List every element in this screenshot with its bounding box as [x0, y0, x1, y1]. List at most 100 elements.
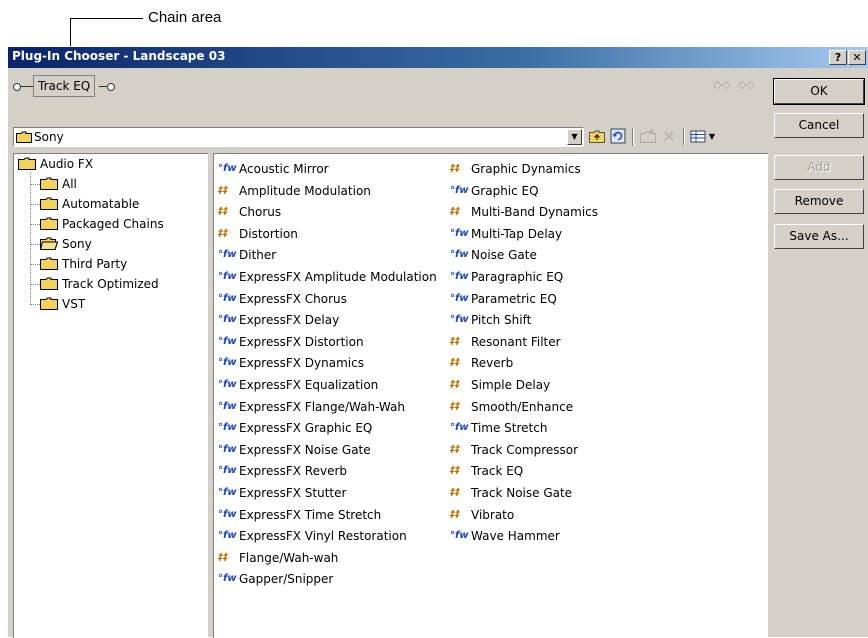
save-as-button[interactable]: Save As...: [774, 224, 864, 249]
folder-path-combo[interactable]: Sony ▼: [13, 127, 584, 147]
fx-plugin-icon: ‡‡: [450, 335, 460, 347]
plugin-label: Multi-Band Dynamics: [471, 205, 599, 220]
plugin-label: ExpressFX Distortion: [239, 334, 364, 349]
folder-icon: [18, 157, 36, 170]
folder-icon: [40, 277, 58, 290]
cancel-button[interactable]: Cancel: [774, 113, 864, 138]
folder-path-value: Sony: [34, 130, 64, 144]
chain-plugin-track-eq[interactable]: Track EQ: [33, 75, 96, 97]
plugin-label: ExpressFX Reverb: [239, 464, 348, 479]
plugin-label: Vibrato: [471, 507, 515, 522]
plugin-chooser-dialog: Plug-In Chooser - Landscape 03 ? ✕ Track…: [7, 46, 868, 638]
fx-plugin-icon: ‡‡: [450, 443, 460, 455]
refresh-icon[interactable]: [609, 128, 627, 146]
callout-line-horizontal: [70, 18, 143, 19]
plugin-label: Resonant Filter: [471, 334, 561, 349]
ok-button[interactable]: OK: [773, 78, 865, 105]
remove-button[interactable]: Remove: [774, 189, 864, 214]
dx-plugin-icon: °fw: [450, 530, 469, 542]
folder-tree[interactable]: Audio FX All Automatable Packaged Chains…: [13, 153, 208, 638]
plugin-label: Reverb: [471, 356, 514, 371]
fx-plugin-icon: ‡‡: [218, 184, 228, 196]
plugin-label: Parametric EQ: [471, 291, 557, 306]
folder-icon: [40, 177, 58, 190]
dx-plugin-icon: °fw: [218, 530, 237, 542]
fx-plugin-icon: ‡‡: [450, 465, 460, 477]
title-bar[interactable]: Plug-In Chooser - Landscape 03 ? ✕: [8, 47, 868, 68]
dx-plugin-icon: °fw: [218, 249, 237, 261]
dx-plugin-icon: °fw: [218, 379, 237, 390]
plugin-label: ExpressFX Noise Gate: [239, 442, 371, 457]
toolbar-separator: [632, 128, 634, 146]
fx-plugin-icon: ‡‡: [218, 206, 228, 218]
chain-input-node-icon: [13, 83, 21, 91]
plugin-label: Flange/Wah-wah: [239, 550, 339, 565]
chain-wire: [99, 86, 107, 87]
plugin-label: Track Compressor: [471, 442, 579, 457]
delete-icon[interactable]: ✕: [660, 128, 678, 146]
plugin-label: Noise Gate: [471, 248, 537, 263]
folder-icon: [40, 297, 58, 310]
plugin-list[interactable]: °fw Acoustic Mirror ‡‡ Amplitude Modulation…: [213, 153, 768, 638]
new-folder-icon[interactable]: [639, 128, 657, 146]
dx-plugin-icon: °fw: [450, 422, 469, 434]
plugin-label: Graphic EQ: [471, 183, 539, 198]
fx-plugin-icon: ‡‡: [450, 487, 460, 498]
dx-plugin-icon: °fw: [218, 422, 237, 434]
plugin-label: Track EQ: [471, 464, 524, 479]
dx-plugin-icon: °fw: [218, 357, 237, 369]
dx-plugin-icon: °fw: [218, 443, 237, 455]
move-plugin-left-icon[interactable]: ◇◇: [713, 78, 730, 91]
chain-output-node-icon: [107, 83, 115, 91]
fx-plugin-icon: ‡‡: [218, 227, 228, 239]
dx-plugin-icon: °fw: [450, 271, 469, 282]
tree-item-label: Third Party: [62, 257, 128, 271]
fx-plugin-icon: ‡‡: [218, 551, 228, 563]
help-button[interactable]: ?: [829, 50, 847, 65]
plugin-label: Chorus: [239, 205, 282, 220]
plugin-label: Track Noise Gate: [471, 486, 573, 500]
dx-plugin-icon: °fw: [218, 573, 237, 585]
tree-item-label: Audio FX: [40, 157, 94, 171]
plugin-label: ExpressFX Time Stretch: [239, 507, 382, 522]
dx-plugin-icon: °fw: [218, 163, 237, 174]
plugin-label: Simple Delay: [471, 378, 551, 392]
fx-plugin-icon: ‡‡: [450, 206, 460, 218]
dx-plugin-icon: °fw: [450, 292, 469, 304]
plugin-label: Gapper/Snipper: [239, 572, 334, 587]
dx-plugin-icon: °fw: [218, 314, 237, 326]
plugin-label: ExpressFX Dynamics: [239, 356, 364, 371]
plugin-label: ExpressFX Equalization: [239, 378, 379, 392]
plugin-label: Smooth/Enhance: [471, 399, 574, 414]
tree-item-label: Automatable: [62, 197, 140, 211]
dx-plugin-icon: °fw: [218, 335, 237, 347]
folder-icon: [40, 197, 58, 210]
fx-plugin-icon: ‡‡: [450, 163, 460, 174]
plugin-label: Pitch Shift: [471, 313, 532, 328]
plugin-label: Wave Hammer: [471, 529, 560, 544]
window-title: Plug-In Chooser - Landscape 03: [12, 49, 226, 63]
dx-plugin-icon: °fw: [450, 184, 469, 196]
add-button[interactable]: Add: [774, 155, 864, 180]
chain-wire: [20, 86, 33, 87]
dx-plugin-icon: °fw: [450, 314, 469, 326]
views-dropdown-arrow-icon[interactable]: ▼: [706, 128, 718, 146]
tree-item-label: Packaged Chains: [62, 217, 164, 231]
dx-plugin-icon: °fw: [218, 400, 237, 412]
dx-plugin-icon: °fw: [450, 227, 469, 239]
plugin-label: Graphic Dynamics: [471, 162, 581, 176]
views-icon[interactable]: [689, 128, 707, 146]
dropdown-arrow-icon[interactable]: ▼: [567, 129, 582, 145]
plugin-label: Time Stretch: [471, 421, 548, 436]
plugin-label: Paragraphic EQ: [471, 270, 564, 284]
tree-item-label: Track Optimized: [62, 277, 159, 291]
up-folder-icon[interactable]: [588, 128, 606, 146]
plugin-label: Amplitude Modulation: [239, 183, 371, 198]
tree-item-label: All: [62, 177, 77, 191]
move-plugin-right-icon[interactable]: ◇◇: [738, 78, 755, 91]
plugin-label: Distortion: [239, 226, 298, 241]
close-button[interactable]: ✕: [848, 50, 866, 65]
folder-icon: [16, 131, 32, 143]
tree-item-label: VST: [62, 297, 86, 311]
open-folder-icon: [40, 237, 58, 250]
